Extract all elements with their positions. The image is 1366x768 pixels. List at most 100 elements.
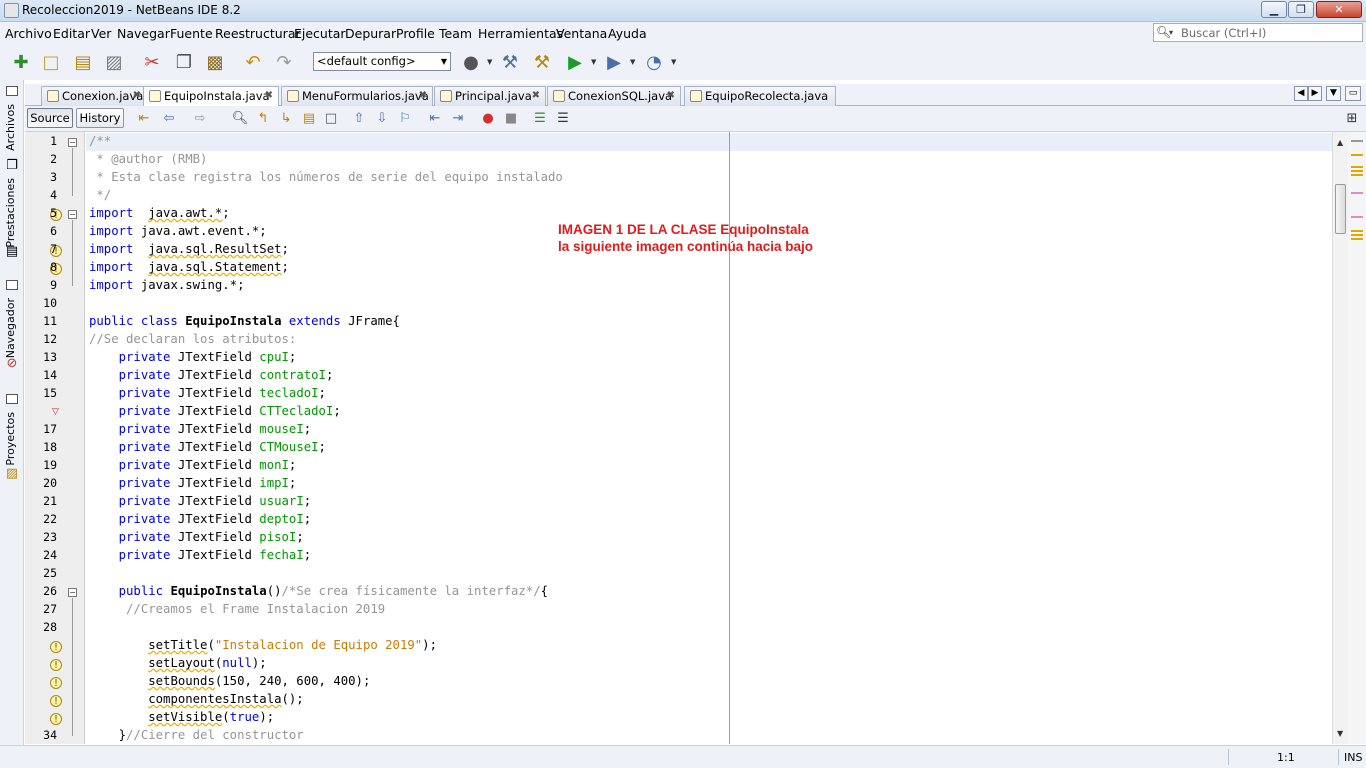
menu-ver[interactable]: Ver [91,26,111,41]
code-token: java.awt.* [148,206,223,220]
scroll-up-icon[interactable]: ▲ [1337,138,1343,147]
config-select[interactable]: <default config> ▼ [313,52,451,71]
debug-icon[interactable]: ▶ [603,52,625,74]
split-editor-icon[interactable]: ⊞ [1343,110,1361,128]
error-stripe-mark[interactable] [1351,174,1363,176]
scroll-tabs-left-icon[interactable]: ◀ [1294,86,1308,101]
start-macro-icon[interactable]: ● [479,110,497,128]
tab-menuformularios[interactable]: MenuFormularios.java ✖ [281,86,433,106]
menu-archivo[interactable]: Archivo [5,26,52,41]
toggle-highlight-icon[interactable]: ▤ [300,110,318,128]
hint-bulb-icon[interactable]: ! [50,695,62,707]
find-previous-icon[interactable]: ↰ [254,110,272,128]
menu-ventana[interactable]: Ventana [556,26,607,41]
toggle-bookmark-icon[interactable]: ⚐ [396,110,414,128]
close-tab-icon[interactable]: ✖ [532,87,540,105]
scrollbar-thumb[interactable] [1335,184,1346,234]
chevron-down-icon[interactable]: ▼ [671,58,676,66]
menu-ejecutar[interactable]: Ejecutar [294,26,346,41]
forward-icon[interactable]: ⇨ [191,110,209,128]
close-tab-icon[interactable]: ✖ [133,87,141,105]
error-stripe-mark[interactable] [1351,216,1363,218]
uncomment-icon[interactable]: ☰ [554,110,572,128]
code-token: ; [303,494,312,508]
history-button[interactable]: History [76,108,124,128]
copy-icon[interactable]: ❐ [173,52,195,74]
tab-conexion[interactable]: Conexion.java ✖ [41,86,147,106]
undo-icon[interactable]: ↶ [242,52,264,74]
save-all-icon[interactable]: ▨ [103,52,125,74]
hint-bulb-icon[interactable]: ! [50,677,62,689]
close-tab-icon[interactable]: ✖ [667,87,675,105]
back-icon[interactable]: ⇦ [160,110,178,128]
profile-icon[interactable]: ◔ [643,52,665,74]
hint-bulb-icon[interactable]: ! [50,659,62,671]
show-opened-documents-icon[interactable]: ▼ [1326,86,1341,101]
menu-team[interactable]: Team [439,26,472,41]
stop-macro-icon[interactable]: ■ [502,110,520,128]
next-bookmark-icon[interactable]: ⇩ [373,110,391,128]
tab-equiporecolecta[interactable]: EquipoRecolecta.java [684,86,836,106]
menu-depurar[interactable]: Depurar [345,26,396,41]
shift-left-icon[interactable]: ⇤ [426,110,444,128]
shift-right-icon[interactable]: ⇥ [449,110,467,128]
close-tab-icon[interactable]: ✖ [265,87,273,105]
error-stripe-mark[interactable] [1351,238,1363,240]
fold-collapse-icon[interactable]: − [68,138,77,147]
error-stripe-mark[interactable] [1351,140,1363,142]
find-icon[interactable]: 🔍︎ [231,110,249,128]
hint-bulb-icon[interactable]: ! [50,641,62,653]
menu-editar[interactable]: Editar [53,26,90,41]
previous-bookmark-icon[interactable]: ⇧ [350,110,368,128]
comment-icon[interactable]: ☰ [531,110,549,128]
tab-conexionsql[interactable]: ConexionSQL.java ✖ [547,86,681,106]
error-stripe-mark[interactable] [1351,170,1363,172]
maximize-button[interactable]: ❐ [1288,1,1314,18]
last-edit-icon[interactable]: ⇤ [135,110,153,128]
line-number: 2 [50,152,57,166]
clean-build-icon[interactable]: ⚒ [531,52,553,74]
find-next-icon[interactable]: ↳ [277,110,295,128]
run-icon[interactable]: ▶ [564,52,586,74]
source-button[interactable]: Source [27,108,73,128]
minimize-button[interactable]: ▁ [1261,1,1287,18]
code-token: import [89,206,134,220]
vertical-scrollbar[interactable]: ▲ ▼ [1332,132,1348,744]
menu-herramientas[interactable]: Herramientas [478,26,563,41]
menu-ayuda[interactable]: Ayuda [608,26,647,41]
chevron-down-icon[interactable]: ▼ [591,58,596,66]
close-button[interactable]: ✕ [1316,1,1362,18]
search-input[interactable]: 🔍︎ ▾ Buscar (Ctrl+I) [1153,23,1363,42]
error-stripe-mark[interactable] [1351,234,1363,236]
menu-navegar[interactable]: Navegar [117,26,170,41]
new-project-icon[interactable]: □ [40,52,62,74]
error-stripe-mark[interactable] [1351,192,1363,194]
maximize-window-icon[interactable]: ▭ [1345,86,1361,101]
menu-reestructurar[interactable]: Reestructurar [215,26,301,41]
redo-icon[interactable]: ↷ [273,52,295,74]
scroll-down-icon[interactable]: ▼ [1337,729,1343,738]
tab-equipoinstala[interactable]: EquipoInstala.java ✖ [143,86,279,107]
chevron-down-icon[interactable]: ▼ [630,58,635,66]
error-stripe-mark[interactable] [1351,154,1363,156]
cut-icon[interactable]: ✂ [141,52,163,74]
chevron-down-icon[interactable]: ▼ [487,58,492,66]
paste-icon[interactable]: ▩ [204,52,226,74]
code-token: import [89,260,134,274]
menu-profile[interactable]: Profile [396,26,435,41]
fold-collapse-icon[interactable]: − [68,210,77,219]
tab-principal[interactable]: Principal.java ✖ [434,86,546,106]
error-stripe-mark[interactable] [1351,230,1363,232]
new-file-icon[interactable]: ✚ [10,52,32,74]
open-project-icon[interactable]: ▤ [72,52,94,74]
fold-collapse-icon[interactable]: − [68,588,77,597]
menu-fuente[interactable]: Fuente [170,26,213,41]
close-tab-icon[interactable]: ✖ [419,87,427,105]
error-stripe-mark[interactable] [1351,166,1363,168]
rectangular-select-icon[interactable]: □ [322,110,340,128]
build-hammer-icon[interactable]: ⚒ [499,52,521,74]
error-marker-icon[interactable]: ▽ [52,408,59,417]
scroll-tabs-right-icon[interactable]: ▶ [1308,86,1322,101]
globe-icon[interactable]: ● [460,52,482,74]
hint-bulb-icon[interactable]: ! [50,713,62,725]
